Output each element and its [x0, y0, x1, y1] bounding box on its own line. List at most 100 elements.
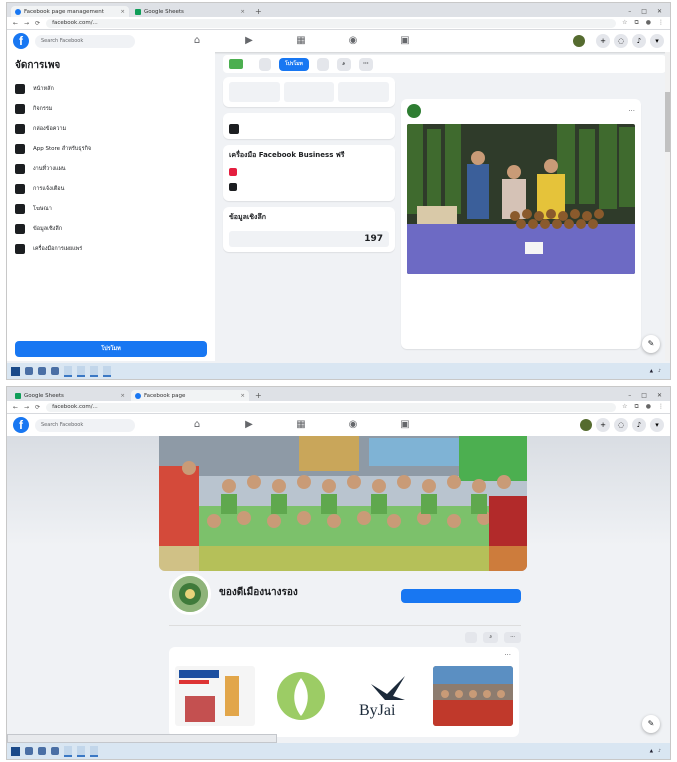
- promote-button[interactable]: [465, 632, 478, 643]
- taskbar-app[interactable]: [64, 365, 72, 377]
- sidebar-item-activity[interactable]: กิจกรรม: [15, 99, 207, 119]
- taskbar-app[interactable]: [90, 365, 98, 377]
- maximize-icon[interactable]: □: [641, 392, 647, 399]
- close-tab-icon[interactable]: ×: [120, 9, 125, 15]
- marketplace-icon[interactable]: ▦: [295, 35, 307, 47]
- menu-icon[interactable]: ⋮: [658, 403, 664, 411]
- marketplace-icon[interactable]: ▦: [295, 419, 307, 431]
- related-page-thumb[interactable]: [433, 666, 513, 726]
- browser-tab-1[interactable]: Google Sheets ×: [11, 390, 129, 401]
- watch-icon[interactable]: ▶: [243, 35, 255, 47]
- account-menu-icon[interactable]: ▾: [650, 34, 664, 48]
- back-icon[interactable]: ←: [13, 404, 18, 411]
- task-view-icon[interactable]: [38, 367, 46, 375]
- quick-action[interactable]: [283, 82, 335, 102]
- sidebar-item-insights[interactable]: ข้อมูลเชิงลึก: [15, 219, 207, 239]
- chrome-icon[interactable]: [51, 367, 59, 375]
- sidebar-item-ads[interactable]: โฆษณา: [15, 199, 207, 219]
- notifications-icon[interactable]: ♪: [632, 418, 646, 432]
- groups-icon[interactable]: ◉: [347, 35, 359, 47]
- tool-item[interactable]: [229, 166, 389, 176]
- volume-icon[interactable]: ♪: [658, 369, 661, 374]
- more-icon[interactable]: ···: [504, 651, 511, 659]
- star-icon[interactable]: ☆: [622, 19, 627, 27]
- new-tab-button[interactable]: +: [251, 391, 266, 401]
- gaming-icon[interactable]: ▣: [399, 35, 411, 47]
- network-icon[interactable]: ▲: [650, 749, 653, 754]
- url-field[interactable]: facebook.com/...: [46, 402, 617, 412]
- reload-icon[interactable]: ⟳: [35, 20, 40, 27]
- back-icon[interactable]: ←: [13, 20, 18, 27]
- close-window-icon[interactable]: ✕: [657, 8, 662, 15]
- browser-tab-2[interactable]: Facebook page ×: [131, 390, 249, 401]
- profile-icon[interactable]: ●: [646, 19, 651, 27]
- quick-action[interactable]: [338, 82, 390, 102]
- new-tab-button[interactable]: +: [251, 7, 266, 17]
- forward-icon[interactable]: →: [24, 404, 29, 411]
- sidebar-item-planner[interactable]: งานที่วางแผน: [15, 159, 207, 179]
- new-message-icon[interactable]: ✎: [642, 715, 660, 733]
- facebook-logo-icon[interactable]: f: [13, 417, 29, 433]
- taskbar-app[interactable]: [77, 365, 85, 377]
- page-main-button[interactable]: [401, 589, 521, 603]
- tool-item[interactable]: [229, 181, 389, 191]
- search-icon[interactable]: ⌕: [336, 57, 351, 71]
- scrollbar[interactable]: [665, 52, 670, 361]
- extension-icon[interactable]: ⧉: [634, 19, 638, 27]
- avatar[interactable]: [407, 104, 421, 118]
- promote-button[interactable]: โปรโมท: [15, 341, 207, 357]
- taskbar-app[interactable]: [64, 745, 72, 757]
- create-icon[interactable]: +: [596, 34, 610, 48]
- watch-icon[interactable]: ▶: [243, 419, 255, 431]
- browser-tab-2[interactable]: Google Sheets ×: [131, 6, 249, 17]
- search-icon[interactable]: [25, 747, 33, 755]
- windows-start-icon[interactable]: [11, 746, 20, 756]
- new-message-icon[interactable]: ✎: [642, 335, 660, 353]
- taskbar-app[interactable]: [103, 365, 111, 377]
- toolbar-promote-button[interactable]: โปรโมท: [279, 57, 309, 71]
- add-button[interactable]: [316, 57, 329, 71]
- sidebar-item-inbox[interactable]: กล่องข้อความ: [15, 119, 207, 139]
- messenger-icon[interactable]: ◌: [614, 34, 628, 48]
- more-icon[interactable]: ···: [504, 632, 521, 643]
- close-tab-icon[interactable]: ×: [120, 393, 125, 399]
- task-view-icon[interactable]: [38, 747, 46, 755]
- more-icon[interactable]: ···: [628, 107, 635, 115]
- search-input[interactable]: Search Facebook: [35, 418, 135, 432]
- windows-start-icon[interactable]: [11, 366, 20, 376]
- avatar[interactable]: [580, 419, 592, 431]
- network-icon[interactable]: ▲: [650, 369, 653, 374]
- search-icon[interactable]: [25, 367, 33, 375]
- maximize-icon[interactable]: □: [641, 8, 647, 15]
- groups-icon[interactable]: ◉: [347, 419, 359, 431]
- close-tab-icon[interactable]: ×: [240, 9, 245, 15]
- create-icon[interactable]: +: [596, 418, 610, 432]
- avatar[interactable]: [573, 35, 585, 47]
- cover-photo[interactable]: [159, 436, 527, 571]
- minimize-icon[interactable]: –: [628, 392, 631, 399]
- home-icon[interactable]: ⌂: [191, 35, 203, 47]
- gaming-icon[interactable]: ▣: [399, 419, 411, 431]
- sidebar-item-app-store[interactable]: App Store สำหรับธุรกิจ: [15, 139, 207, 159]
- related-page-thumb[interactable]: [261, 666, 341, 726]
- post-photo[interactable]: [407, 124, 635, 274]
- home-icon[interactable]: ⌂: [191, 419, 203, 431]
- sidebar-item-home[interactable]: หน้าหลัก: [15, 79, 207, 99]
- scrollbar-thumb[interactable]: [665, 92, 670, 152]
- forward-icon[interactable]: →: [24, 20, 29, 27]
- search-input[interactable]: Search Facebook: [35, 34, 135, 48]
- star-icon[interactable]: ☆: [622, 403, 627, 411]
- search-icon[interactable]: ⌕: [483, 632, 499, 643]
- taskbar-app[interactable]: [90, 745, 98, 757]
- close-window-icon[interactable]: ✕: [657, 392, 662, 399]
- related-page-thumb[interactable]: [175, 666, 255, 726]
- minimize-icon[interactable]: –: [628, 8, 631, 15]
- sidebar-item-publishing-tools[interactable]: เครื่องมือการเผยแพร่: [15, 239, 207, 259]
- close-tab-icon[interactable]: ×: [240, 393, 245, 399]
- edit-page-button[interactable]: [259, 57, 271, 71]
- facebook-logo-icon[interactable]: f: [13, 33, 29, 49]
- account-menu-icon[interactable]: ▾: [650, 418, 664, 432]
- extension-icon[interactable]: ⧉: [634, 403, 638, 411]
- notifications-icon[interactable]: ♪: [632, 34, 646, 48]
- tip-card[interactable]: [223, 113, 395, 139]
